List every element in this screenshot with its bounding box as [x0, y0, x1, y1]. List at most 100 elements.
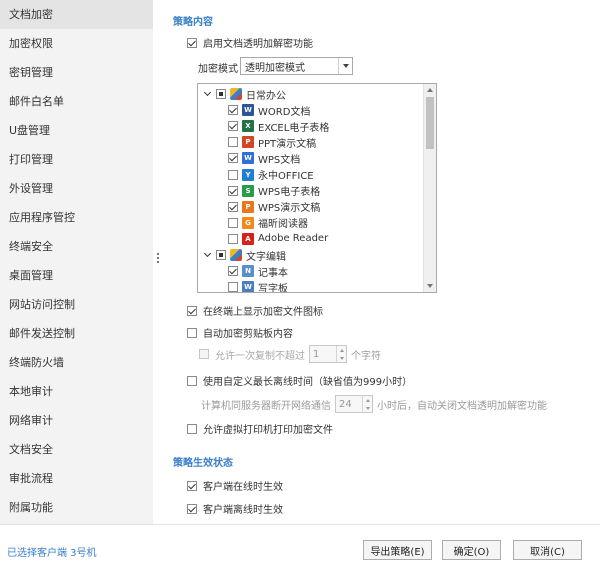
tree-node-label: 记事本 [258, 267, 288, 279]
sidebar-item[interactable]: 邮件白名单 [0, 87, 153, 116]
sidebar-item[interactable]: 文档安全 [0, 435, 153, 464]
tree-app-node[interactable]: P WPS演示文稿 [228, 199, 320, 215]
tree-node-label: 文字编辑 [246, 251, 286, 263]
sidebar-item[interactable]: 网络审计 [0, 406, 153, 435]
tree-app-node[interactable]: W WORD文档 [228, 102, 310, 118]
sidebar-item[interactable]: 文档加密 [0, 0, 153, 29]
stepper-down-icon[interactable] [365, 406, 370, 410]
scroll-up-arrow-icon[interactable] [427, 88, 433, 92]
tree-node-label: EXCEL电子表格 [258, 122, 330, 134]
section-title-effective-status: 策略生效状态 [173, 458, 233, 469]
tree-node-label: WPS文档 [258, 154, 301, 166]
tree-app-node[interactable]: P PPT演示文稿 [228, 134, 316, 150]
sidebar-item[interactable]: 桌面管理 [0, 261, 153, 290]
sidebar-item[interactable]: 打印管理 [0, 145, 153, 174]
custom-offline-time-label: 使用自定义最长离线时间（缺省值为999小时） [203, 377, 413, 388]
cancel-button[interactable]: 取消(C) [513, 540, 582, 560]
wps-sheet-icon: S [242, 184, 254, 197]
sidebar-item[interactable]: 密钥管理 [0, 58, 153, 87]
checkbox-box[interactable] [187, 423, 197, 434]
chevron-down-icon[interactable] [338, 58, 352, 74]
sidebar-item[interactable]: 邮件发送控制 [0, 319, 153, 348]
checkbox-box[interactable] [187, 375, 197, 386]
tree-app-node[interactable]: S WPS电子表格 [228, 183, 320, 199]
checkbox-box[interactable] [187, 327, 197, 338]
export-policy-button[interactable]: 导出策略(E) [363, 540, 432, 560]
chevron-down-icon[interactable] [202, 249, 212, 260]
tree-app-node[interactable]: N 记事本 [228, 263, 288, 279]
copy-limit-prefix: 允许一次复制不超过 [215, 350, 305, 362]
tree-checkbox[interactable] [216, 89, 226, 99]
wps-presentation-icon: P [242, 200, 254, 213]
effective-offline-checkbox[interactable]: 客户端离线时生效 [187, 501, 283, 516]
tree-checkbox[interactable] [228, 121, 238, 132]
tree-checkbox[interactable] [228, 282, 238, 292]
tree-node-label: 写字板 [258, 283, 288, 293]
tree-checkbox[interactable] [228, 137, 238, 148]
tree-checkbox[interactable] [228, 185, 238, 196]
tree-group-node[interactable]: 文字编辑 [202, 247, 286, 263]
sidebar-item[interactable]: 外设管理 [0, 174, 153, 203]
tree-app-node[interactable]: G 福昕阅读器 [228, 215, 308, 231]
encryption-mode-value: 透明加密模式 [245, 62, 305, 74]
checkbox-box[interactable] [187, 480, 197, 491]
checkbox-box[interactable] [187, 503, 197, 514]
show-encrypted-icon-checkbox[interactable]: 在终端上显示加密文件图标 [187, 303, 323, 318]
sidebar-item[interactable]: 网站访问控制 [0, 290, 153, 319]
sidebar-item[interactable]: 附属功能 [0, 493, 153, 522]
tree-checkbox[interactable] [228, 217, 238, 228]
sidebar-item[interactable]: 审批流程 [0, 464, 153, 493]
encryption-mode-select[interactable]: 透明加密模式 [240, 57, 353, 75]
sidebar-item[interactable]: 应用程序管控 [0, 203, 153, 232]
copy-limit-value[interactable]: 1 [310, 349, 336, 360]
tree-app-node[interactable]: A Adobe Reader [228, 231, 328, 247]
sidebar-item[interactable]: U盘管理 [0, 116, 153, 145]
stepper-up-icon[interactable] [365, 398, 370, 402]
offline-hours-prefix: 计算机同服务器断开网络通信 [201, 400, 331, 412]
application-tree[interactable]: 日常办公 W WORD文档 X EXCEL电子表格 P PPT演示文稿 W WPS文档 Y 永中OF… [197, 83, 437, 293]
tree-app-node[interactable]: W 写字板 [228, 279, 288, 293]
tree-checkbox[interactable] [228, 266, 238, 277]
tree-app-node[interactable]: X EXCEL电子表格 [228, 118, 329, 134]
copy-limit-checkbox[interactable] [199, 349, 209, 359]
copy-limit-stepper[interactable]: 1 [309, 345, 347, 363]
stepper-down-icon[interactable] [339, 356, 344, 360]
tree-node-label: WPS电子表格 [258, 187, 321, 199]
ppt-icon: P [242, 136, 254, 149]
tree-node-label: 福昕阅读器 [258, 219, 308, 231]
tree-vertical-scrollbar[interactable] [423, 84, 436, 292]
checkbox-box[interactable] [187, 305, 197, 316]
tree-node-label: 日常办公 [246, 90, 286, 102]
sidebar-item[interactable]: 加密权限 [0, 29, 153, 58]
tree-checkbox[interactable] [228, 233, 238, 244]
offline-hours-value[interactable]: 24 [336, 399, 362, 410]
excel-icon: X [242, 120, 254, 133]
enable-transparent-encryption-checkbox[interactable]: 启用文档透明加解密功能 [187, 35, 313, 50]
sidebar-item[interactable]: 终端安全 [0, 232, 153, 261]
sidebar-item[interactable]: 本地审计 [0, 377, 153, 406]
checkbox-box[interactable] [187, 37, 197, 48]
footer-bar: 已选择客户端 3号机 导出策略(E) 确定(O) 取消(C) [0, 524, 600, 562]
tree-checkbox[interactable] [228, 105, 238, 116]
stepper-up-icon[interactable] [339, 348, 344, 352]
tree-group-node[interactable]: 日常办公 [202, 86, 286, 102]
scroll-thumb[interactable] [426, 97, 434, 149]
chevron-down-icon[interactable] [202, 88, 212, 99]
sidebar-item[interactable]: 终端防火墙 [0, 348, 153, 377]
effective-online-checkbox[interactable]: 客户端在线时生效 [187, 478, 283, 493]
auto-encrypt-clipboard-checkbox[interactable]: 自动加密剪贴板内容 [187, 325, 293, 340]
enable-transparent-encryption-label: 启用文档透明加解密功能 [203, 39, 313, 50]
effective-offline-label: 客户端离线时生效 [203, 505, 283, 516]
tree-checkbox[interactable] [228, 153, 238, 164]
effective-online-label: 客户端在线时生效 [203, 482, 283, 493]
scroll-down-arrow-icon[interactable] [427, 284, 433, 288]
offline-hours-stepper[interactable]: 24 [335, 395, 373, 413]
ok-button[interactable]: 确定(O) [442, 540, 501, 560]
custom-offline-time-checkbox[interactable]: 使用自定义最长离线时间（缺省值为999小时） [187, 373, 412, 388]
tree-app-node[interactable]: W WPS文档 [228, 150, 300, 166]
tree-app-node[interactable]: Y 永中OFFICE [228, 167, 314, 183]
virtual-printer-checkbox[interactable]: 允许虚拟打印机打印加密文件 [187, 421, 333, 436]
tree-checkbox[interactable] [228, 201, 238, 212]
tree-checkbox[interactable] [228, 169, 238, 180]
tree-checkbox[interactable] [216, 250, 226, 260]
